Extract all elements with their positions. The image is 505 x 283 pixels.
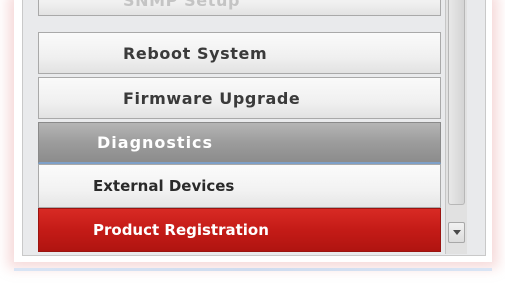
screenshot-stage: SNMP Setup Reboot System Firmware Upgrad… xyxy=(0,0,505,283)
sidebar-menu: SNMP Setup Reboot System Firmware Upgrad… xyxy=(38,0,443,254)
menu-scrollbar[interactable] xyxy=(445,0,467,254)
menu-item-label: External Devices xyxy=(93,177,235,195)
menu-item-product-registration[interactable]: Product Registration xyxy=(38,208,441,252)
menu-item-diagnostics[interactable]: Diagnostics xyxy=(38,122,441,164)
bottom-divider xyxy=(14,268,492,271)
menu-item-label: Diagnostics xyxy=(97,133,214,152)
menu-item-firmware-upgrade[interactable]: Firmware Upgrade xyxy=(38,77,441,119)
menu-item-label: SNMP Setup xyxy=(123,0,240,10)
menu-item-reboot-system[interactable]: Reboot System xyxy=(38,32,441,74)
menu-item-external-devices[interactable]: External Devices xyxy=(38,164,441,208)
scrollbar-thumb[interactable] xyxy=(448,0,465,205)
menu-item-label: Reboot System xyxy=(123,43,268,63)
menu-item-label: Product Registration xyxy=(93,221,269,239)
menu-item-label: Firmware Upgrade xyxy=(123,88,301,108)
chevron-down-icon[interactable] xyxy=(448,222,465,243)
menu-item-snmp-setup[interactable]: SNMP Setup xyxy=(38,0,441,16)
